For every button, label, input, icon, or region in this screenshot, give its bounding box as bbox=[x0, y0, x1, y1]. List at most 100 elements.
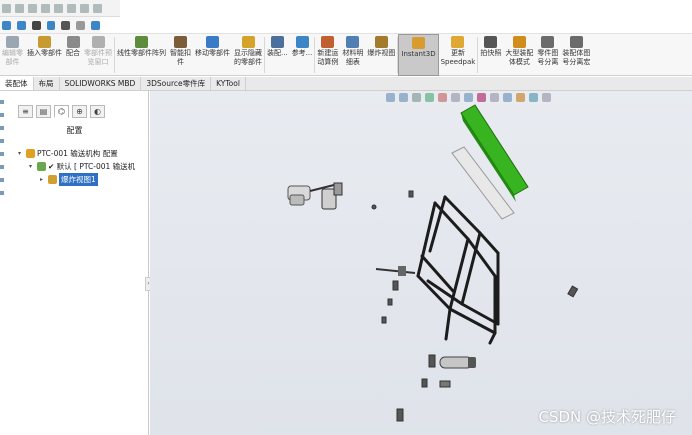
command-label: 更新 Speedpak bbox=[440, 49, 476, 66]
line-icon[interactable] bbox=[16, 20, 26, 30]
tree-item[interactable]: ▸ 爆炸视图1 bbox=[18, 173, 135, 186]
show-hidden-button[interactable]: 显示隐藏 的零部件 bbox=[232, 34, 264, 76]
part-separation-button[interactable]: 零件图 号分离 bbox=[535, 34, 560, 76]
command-manager-tabs: 装配体 布局 SOLIDWORKS MBD 3DSource零件库 KYTool bbox=[0, 77, 692, 91]
configuration-icon bbox=[26, 149, 35, 158]
mate-icon bbox=[66, 36, 80, 48]
left-edge-strip bbox=[0, 91, 6, 271]
undo-icon[interactable] bbox=[54, 3, 63, 13]
save-icon[interactable] bbox=[28, 3, 37, 13]
open-icon[interactable] bbox=[15, 3, 24, 13]
command-label: 智能扣 件 bbox=[170, 49, 191, 66]
tab-3[interactable]: 3DSource零件库 bbox=[141, 77, 212, 90]
property-manager-icon[interactable]: ▤ bbox=[36, 105, 51, 118]
assembly-features-icon bbox=[270, 36, 284, 48]
command-label: 爆炸视图 bbox=[367, 49, 396, 57]
command-label: 材料明 细表 bbox=[342, 49, 364, 66]
move-component-icon bbox=[206, 36, 219, 48]
dimension-icon[interactable] bbox=[31, 20, 41, 30]
snapshot-button[interactable]: 拍快照 bbox=[478, 34, 503, 76]
assembly-separation-button[interactable]: 装配体图 号分离宏 bbox=[560, 34, 592, 76]
tab-4[interactable]: KYTool bbox=[211, 77, 246, 90]
roller-part bbox=[439, 356, 476, 388]
move-component-button[interactable]: 移动零部件 bbox=[193, 34, 232, 76]
configuration-manager-panel: ≡ ▤ ⌬ ⊕ ◐ 配置 ▾ PTC-001 输送机构 配置 ▾ ✔ 默认 [ PTC-001… bbox=[0, 91, 152, 435]
conveyor-frame-part bbox=[416, 195, 500, 345]
tree-item-label: 爆炸视图1 bbox=[59, 173, 98, 186]
appearance-icon[interactable] bbox=[91, 20, 101, 30]
command-label: 插入零部件 bbox=[27, 49, 62, 57]
update-speedpak-icon bbox=[451, 36, 465, 48]
configuration-icon bbox=[48, 175, 57, 184]
command-label: 装配... bbox=[267, 49, 288, 57]
tree-item[interactable]: ▾ PTC-001 输送机构 配置 bbox=[18, 147, 135, 160]
smart-fastener-button[interactable]: 智能扣 件 bbox=[168, 34, 193, 76]
insert-component-button[interactable]: 插入零部件 bbox=[25, 34, 64, 76]
component-preview-button[interactable]: 零部件预 览窗口 bbox=[82, 34, 114, 76]
configuration-icon bbox=[37, 162, 46, 171]
tree-item-label: PTC-001 输送机构 配置 bbox=[37, 149, 118, 158]
update-speedpak-button[interactable]: 更新 Speedpak bbox=[439, 34, 478, 76]
command-label: 拍快照 bbox=[480, 49, 502, 57]
assembly-separation-icon bbox=[569, 36, 583, 48]
tab-1[interactable]: 布局 bbox=[33, 77, 60, 90]
command-manager: 编辑零 部件 插入零部件 配合 零部件预 览窗口 线性零部件阵列 智能扣 件移动零部件 显示… bbox=[0, 33, 692, 76]
options-icon[interactable] bbox=[93, 3, 102, 13]
exploded-view-button[interactable]: 爆炸视图 bbox=[365, 34, 397, 76]
dimxpert-icon[interactable]: ⊕ bbox=[72, 105, 87, 118]
new-motion-study-button[interactable]: 新建运 动算例 bbox=[315, 34, 340, 76]
command-label: Instant3D bbox=[401, 50, 436, 58]
tab-0[interactable]: 装配体 bbox=[0, 77, 34, 90]
sketch-icon[interactable] bbox=[2, 20, 11, 30]
exploded-assembly-model[interactable] bbox=[150, 91, 692, 435]
feature-manager-icon[interactable]: ≡ bbox=[18, 105, 33, 118]
tree-item[interactable]: ▾ ✔ 默认 [ PTC-001 输送机 bbox=[18, 160, 135, 173]
bom-button[interactable]: 材料明 细表 bbox=[340, 34, 365, 76]
command-label: 大型装配 体模式 bbox=[505, 49, 534, 66]
exploded-view-icon bbox=[374, 36, 388, 48]
expand-toggle-icon[interactable]: ▸ bbox=[40, 173, 46, 186]
instant3d-button[interactable]: Instant3D bbox=[398, 34, 439, 76]
quick-access-toolbar bbox=[0, 0, 120, 17]
large-assembly-button[interactable]: 大型装配 体模式 bbox=[503, 34, 535, 76]
bom-icon bbox=[346, 36, 360, 48]
new-icon[interactable] bbox=[2, 3, 11, 13]
component-preview-icon bbox=[91, 36, 105, 48]
configuration-tree: ▾ PTC-001 输送机构 配置 ▾ ✔ 默认 [ PTC-001 输送机 ▸ 爆炸视图… bbox=[18, 147, 135, 186]
expand-toggle-icon[interactable]: ▾ bbox=[18, 147, 24, 160]
command-label: 编辑零 部件 bbox=[2, 49, 23, 66]
mate-button[interactable]: 配合 bbox=[64, 34, 82, 76]
instant3d-icon bbox=[411, 37, 425, 49]
rebuild-icon[interactable] bbox=[80, 3, 89, 13]
large-assembly-icon bbox=[512, 36, 526, 48]
display-manager-icon[interactable]: ◐ bbox=[90, 105, 105, 118]
command-label: 配合 bbox=[66, 49, 80, 57]
print-icon[interactable] bbox=[41, 3, 50, 13]
reference-button[interactable]: 参考... bbox=[290, 34, 315, 76]
redo-icon[interactable] bbox=[67, 3, 76, 13]
assembly-features-button[interactable]: 装配... bbox=[265, 34, 290, 76]
linear-pattern-button[interactable]: 线性零部件阵列 bbox=[115, 34, 168, 76]
command-label: 零部件预 览窗口 bbox=[84, 49, 112, 66]
panel-title: 配置 bbox=[66, 126, 83, 135]
sketch-toolbar bbox=[0, 17, 101, 33]
motor-part[interactable] bbox=[287, 182, 343, 210]
watermark: CSDN @技术死肥仔 bbox=[538, 408, 676, 426]
command-label: 参考... bbox=[291, 49, 313, 57]
conveyor-belt-part bbox=[460, 104, 529, 196]
new-motion-study-icon bbox=[321, 36, 335, 48]
command-label: 零件图 号分离 bbox=[537, 49, 559, 66]
reference-icon bbox=[295, 36, 309, 48]
command-label: 移动零部件 bbox=[195, 49, 230, 57]
tab-2[interactable]: SOLIDWORKS MBD bbox=[59, 77, 142, 90]
expand-toggle-icon[interactable]: ▾ bbox=[29, 160, 35, 173]
command-label: 新建运 动算例 bbox=[317, 49, 339, 66]
point-icon[interactable] bbox=[46, 20, 56, 30]
panel-tabs: ≡ ▤ ⌬ ⊕ ◐ bbox=[18, 105, 105, 119]
smart-fastener-icon bbox=[174, 36, 187, 48]
configuration-manager-icon[interactable]: ⌬ bbox=[54, 105, 69, 118]
light-icon[interactable] bbox=[76, 20, 86, 30]
graphics-viewport[interactable]: CSDN @技术死肥仔 bbox=[150, 91, 692, 435]
edit-component-button[interactable]: 编辑零 部件 bbox=[0, 34, 25, 76]
gear-icon[interactable] bbox=[61, 20, 71, 30]
